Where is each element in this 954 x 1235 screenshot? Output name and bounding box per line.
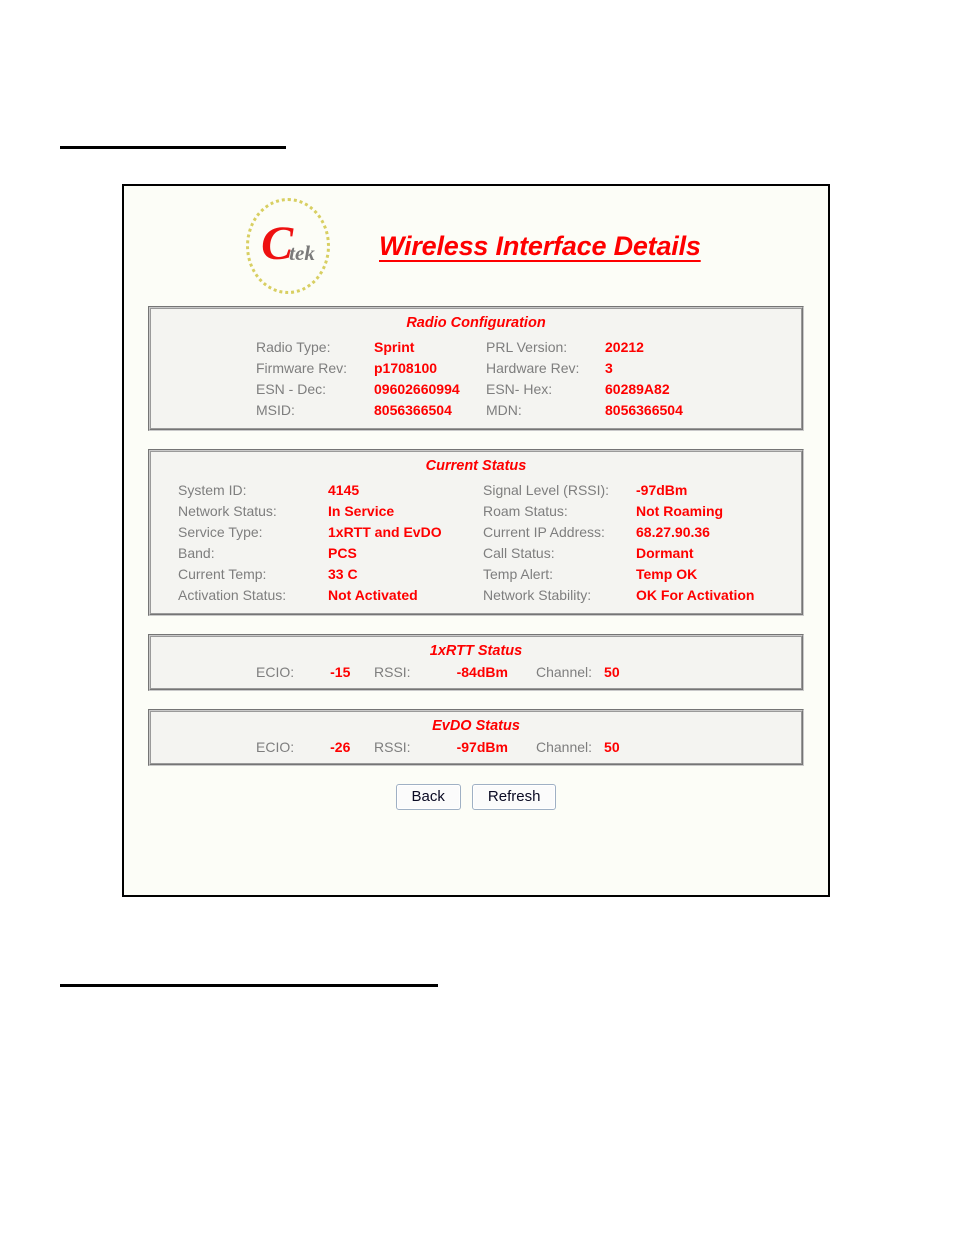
current-temp-value: 33 C — [328, 565, 358, 582]
radio-configuration-panel: Radio Configuration Radio Type: Sprint P… — [148, 306, 804, 431]
onexrtt-ecio-label: ECIO: — [256, 664, 295, 680]
table-row: Firmware Rev: p1708100 Hardware Rev: 3 — [256, 357, 683, 378]
radio-configuration-title: Radio Configuration — [406, 315, 546, 331]
network-status-value: In Service — [328, 502, 395, 519]
onexrtt-rssi-value: -84dBm — [456, 664, 508, 680]
evdo-ecio-value: -26 — [330, 739, 351, 755]
hardware-rev-value: 3 — [605, 359, 613, 376]
evdo-status-title: EvDO Status — [432, 718, 520, 734]
current-temp-label: Current Temp: — [178, 565, 267, 582]
onexrtt-rssi-label: RSSI: — [374, 664, 411, 680]
evdo-ecio-label: ECIO: — [256, 739, 295, 755]
firmware-rev-label: Firmware Rev: — [256, 359, 348, 376]
onexrtt-status-panel: 1xRTT Status ECIO: -15 RSSI: -84dBm Chan… — [148, 634, 804, 691]
page-header: C tek Wireless Interface Details — [124, 186, 828, 306]
current-ip-address-value: 68.27.90.36 — [636, 523, 710, 540]
refresh-button[interactable]: Refresh — [471, 784, 557, 811]
activation-status-label: Activation Status: — [178, 586, 287, 603]
mdn-label: MDN: — [486, 401, 522, 418]
temp-alert-value: Temp OK — [636, 565, 698, 582]
onexrtt-ecio-value: -15 — [330, 664, 351, 680]
roam-status-value: Not Roaming — [636, 502, 724, 519]
logo-letter-tek: tek — [289, 240, 315, 265]
network-stability-label: Network Stability: — [483, 586, 592, 603]
prl-version-value: 20212 — [605, 338, 644, 355]
table-row: Activation Status: Not Activated Network… — [178, 584, 755, 605]
radio-type-value: Sprint — [374, 338, 415, 355]
system-id-value: 4145 — [328, 481, 360, 498]
button-bar: Back Refresh — [124, 784, 828, 811]
ctek-logo: C tek — [242, 196, 334, 296]
evdo-channel-value: 50 — [604, 739, 620, 755]
evdo-status-row: ECIO: -26 RSSI: -97dBm Channel: 50 — [150, 739, 802, 755]
evdo-rssi-cell: RSSI: -97dBm — [374, 739, 536, 755]
service-type-label: Service Type: — [178, 523, 263, 540]
temp-alert-label: Temp Alert: — [483, 565, 554, 582]
roam-status-label: Roam Status: — [483, 502, 568, 519]
table-row: MSID: 8056366504 MDN: 8056366504 — [256, 399, 683, 420]
mdn-value: 8056366504 — [605, 401, 683, 418]
hardware-rev-label: Hardware Rev: — [486, 359, 580, 376]
activation-status-value: Not Activated — [328, 586, 418, 603]
onexrtt-channel-value: 50 — [604, 664, 620, 680]
table-row: System ID: 4145 Signal Level (RSSI): -97… — [178, 479, 755, 500]
current-status-panel: Current Status System ID: 4145 Signal Le… — [148, 449, 804, 616]
onexrtt-channel-cell: Channel: 50 — [536, 664, 656, 680]
wireless-interface-details-window: C tek Wireless Interface Details Radio C… — [122, 184, 830, 897]
onexrtt-channel-label: Channel: — [536, 664, 593, 680]
page-title: Wireless Interface Details — [379, 230, 701, 261]
prl-version-label: PRL Version: — [486, 338, 568, 355]
onexrtt-ecio-cell: ECIO: -15 — [256, 664, 374, 680]
logo-mark: C tek — [242, 196, 334, 296]
network-stability-value: OK For Activation — [636, 586, 755, 603]
service-type-value: 1xRTT and EvDO — [328, 523, 442, 540]
radio-type-label: Radio Type: — [256, 338, 331, 355]
evdo-status-panel: EvDO Status ECIO: -26 RSSI: -97dBm Chann… — [148, 709, 804, 766]
table-row: Service Type: 1xRTT and EvDO Current IP … — [178, 521, 755, 542]
table-row: Band: PCS Call Status: Dormant — [178, 542, 755, 563]
radio-configuration-table: Radio Type: Sprint PRL Version: 20212 Fi… — [256, 336, 683, 420]
evdo-rssi-value: -97dBm — [456, 739, 508, 755]
evdo-channel-cell: Channel: 50 — [536, 739, 656, 755]
table-row: Current Temp: 33 C Temp Alert: Temp OK — [178, 563, 755, 584]
bottom-section-rule — [60, 984, 438, 987]
top-section-rule — [60, 146, 286, 149]
onexrtt-rssi-cell: RSSI: -84dBm — [374, 664, 536, 680]
evdo-channel-label: Channel: — [536, 739, 593, 755]
current-status-title: Current Status — [425, 458, 527, 474]
onexrtt-status-title: 1xRTT Status — [429, 643, 523, 659]
call-status-value: Dormant — [636, 544, 694, 561]
band-label: Band: — [178, 544, 215, 561]
network-status-label: Network Status: — [178, 502, 277, 519]
onexrtt-status-row: ECIO: -15 RSSI: -84dBm Channel: 50 — [150, 664, 802, 680]
firmware-rev-value: p1708100 — [374, 359, 438, 376]
call-status-label: Call Status: — [483, 544, 555, 561]
evdo-rssi-label: RSSI: — [374, 739, 411, 755]
table-row: ESN - Dec: 09602660994 ESN- Hex: 60289A8… — [256, 378, 683, 399]
back-button[interactable]: Back — [395, 784, 461, 811]
esn-hex-value: 60289A82 — [605, 380, 670, 397]
esn-hex-label: ESN- Hex: — [486, 380, 553, 397]
current-status-table: System ID: 4145 Signal Level (RSSI): -97… — [178, 479, 755, 605]
signal-level-value: -97dBm — [636, 481, 688, 498]
msid-label: MSID: — [256, 401, 295, 418]
msid-value: 8056366504 — [374, 401, 452, 418]
esn-dec-label: ESN - Dec: — [256, 380, 327, 397]
band-value: PCS — [328, 544, 357, 561]
table-row: Radio Type: Sprint PRL Version: 20212 — [256, 336, 683, 357]
current-ip-address-label: Current IP Address: — [483, 523, 605, 540]
table-row: Network Status: In Service Roam Status: … — [178, 500, 755, 521]
system-id-label: System ID: — [178, 481, 247, 498]
signal-level-label: Signal Level (RSSI): — [483, 481, 610, 498]
evdo-ecio-cell: ECIO: -26 — [256, 739, 374, 755]
esn-dec-value: 09602660994 — [374, 380, 460, 397]
